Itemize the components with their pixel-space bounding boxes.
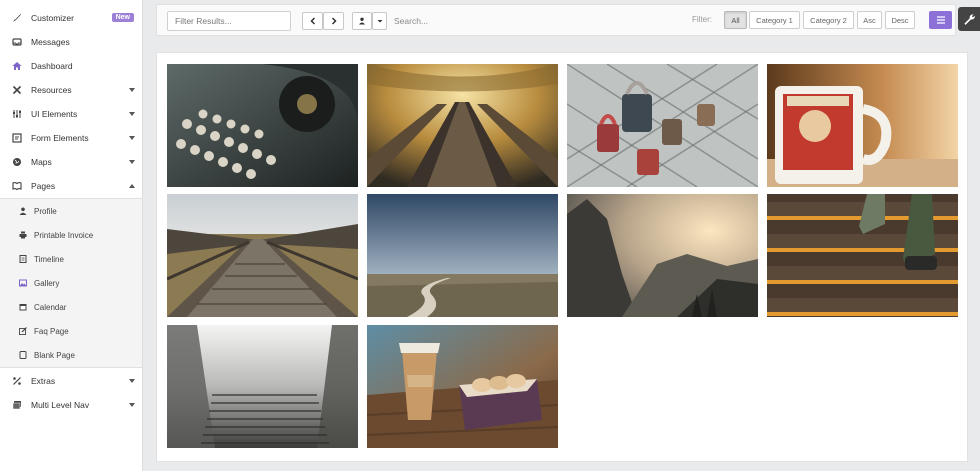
sidebar-item-customizer[interactable]: Customizer New xyxy=(0,6,142,30)
gallery-toolbar: Filter: All Category 1 Category 2 Asc De… xyxy=(156,4,956,36)
form-icon xyxy=(11,132,23,144)
chevron-down-icon xyxy=(129,403,135,407)
sidebar-item-gallery[interactable]: Gallery xyxy=(0,271,142,295)
sidebar-item-label: Pages xyxy=(31,181,56,191)
sidebar-item-resources[interactable]: Resources xyxy=(0,78,142,102)
chevron-down-icon xyxy=(129,88,135,92)
filter-results-input[interactable] xyxy=(167,11,291,31)
gallery-image-country-road[interactable] xyxy=(367,194,558,317)
sidebar-item-blank-page[interactable]: Blank Page xyxy=(0,343,142,367)
chevron-down-icon xyxy=(129,160,135,164)
sub-item-label: Gallery xyxy=(34,278,60,288)
user-icon xyxy=(359,17,365,25)
new-badge: New xyxy=(111,13,134,22)
chevron-left-icon xyxy=(309,17,315,25)
gallery-image-love-locks[interactable] xyxy=(567,64,758,187)
sidebar-item-printable-invoice[interactable]: Printable Invoice xyxy=(0,223,142,247)
filter-all-button[interactable]: All xyxy=(724,11,747,29)
user-icon xyxy=(18,206,28,216)
print-icon xyxy=(18,230,28,240)
chevron-up-icon xyxy=(129,184,135,188)
sidebar-item-pages[interactable]: Pages xyxy=(0,174,142,198)
sidebar-item-label: Dashboard xyxy=(31,61,73,71)
layers-icon xyxy=(11,399,23,411)
gallery-image-red-mug[interactable] xyxy=(767,64,958,187)
customizer-toggle-button[interactable] xyxy=(958,7,980,31)
percent-icon xyxy=(11,375,23,387)
sidebar: Customizer New Messages Dashboard Resour… xyxy=(0,0,143,471)
chevron-down-icon xyxy=(129,379,135,383)
chevron-right-icon xyxy=(331,17,337,25)
paintbrush-icon xyxy=(11,12,23,24)
gallery-image-boardwalk[interactable] xyxy=(167,194,358,317)
chevron-down-icon xyxy=(129,112,135,116)
gallery-image-escalator[interactable] xyxy=(367,64,558,187)
gallery-image-typewriter[interactable] xyxy=(167,64,358,187)
calendar-icon xyxy=(18,302,28,312)
sidebar-item-label: Form Elements xyxy=(31,133,89,143)
image-icon xyxy=(18,278,28,288)
sidebar-item-dashboard[interactable]: Dashboard xyxy=(0,54,142,78)
sidebar-item-messages[interactable]: Messages xyxy=(0,30,142,54)
wrench-icon xyxy=(964,14,975,25)
sidebar-item-profile[interactable]: Profile xyxy=(0,199,142,223)
sidebar-item-multi-level-nav[interactable]: Multi Level Nav xyxy=(0,393,142,417)
inbox-icon xyxy=(11,36,23,48)
next-button[interactable] xyxy=(323,12,344,30)
sidebar-item-label: UI Elements xyxy=(31,109,78,119)
sliders-icon xyxy=(11,108,23,120)
sub-item-label: Calendar xyxy=(34,302,67,312)
hamburger-icon xyxy=(936,16,945,24)
gallery-image-mountain-sunrise[interactable] xyxy=(567,194,758,317)
sidebar-item-label: Maps xyxy=(31,157,52,167)
sidebar-item-ui-elements[interactable]: UI Elements xyxy=(0,102,142,126)
gallery-image-foggy-stairs[interactable] xyxy=(167,325,358,448)
sidebar-item-extras[interactable]: Extras xyxy=(0,369,142,393)
sidebar-item-faq-page[interactable]: Faq Page xyxy=(0,319,142,343)
sub-item-label: Timeline xyxy=(34,254,64,264)
chevron-down-icon xyxy=(129,136,135,140)
user-filter-button[interactable] xyxy=(352,12,372,30)
sidebar-item-maps[interactable]: Maps xyxy=(0,150,142,174)
sidebar-item-label: Multi Level Nav xyxy=(31,400,90,410)
gallery-image-stairs-sneakers[interactable] xyxy=(767,194,958,317)
home-icon xyxy=(11,60,23,72)
filter-category-1-button[interactable]: Category 1 xyxy=(749,11,800,29)
sidebar-item-calendar[interactable]: Calendar xyxy=(0,295,142,319)
sidebar-item-label: Extras xyxy=(31,376,56,386)
sort-asc-button[interactable]: Asc xyxy=(857,11,882,29)
timeline-icon xyxy=(18,254,28,264)
edit-icon xyxy=(18,326,28,336)
sidebar-item-form-elements[interactable]: Form Elements xyxy=(0,126,142,150)
gallery-panel xyxy=(156,52,968,462)
sub-item-label: Profile xyxy=(34,206,57,216)
sub-item-label: Printable Invoice xyxy=(34,230,94,240)
filter-category-2-button[interactable]: Category 2 xyxy=(803,11,854,29)
user-filter-dropdown[interactable] xyxy=(372,12,387,30)
filter-label: Filter: xyxy=(692,15,712,24)
tools-icon xyxy=(11,84,23,96)
pages-submenu: Profile Printable Invoice Timeline Galle… xyxy=(0,198,142,368)
sidebar-item-label: Resources xyxy=(31,85,72,95)
globe-icon xyxy=(11,156,23,168)
blank-page-icon xyxy=(18,350,28,360)
layout-toggle-button[interactable] xyxy=(929,11,952,29)
gallery-image-coffee-macarons[interactable] xyxy=(367,325,558,448)
sidebar-item-timeline[interactable]: Timeline xyxy=(0,247,142,271)
book-icon xyxy=(11,180,23,192)
sidebar-item-label: Messages xyxy=(31,37,70,47)
prev-button[interactable] xyxy=(302,12,323,30)
sidebar-item-label: Customizer xyxy=(31,13,74,23)
search-input[interactable] xyxy=(394,12,544,30)
caret-down-icon xyxy=(377,20,382,23)
sub-item-label: Blank Page xyxy=(34,350,75,360)
sub-item-label: Faq Page xyxy=(34,326,69,336)
sort-desc-button[interactable]: Desc xyxy=(885,11,915,29)
